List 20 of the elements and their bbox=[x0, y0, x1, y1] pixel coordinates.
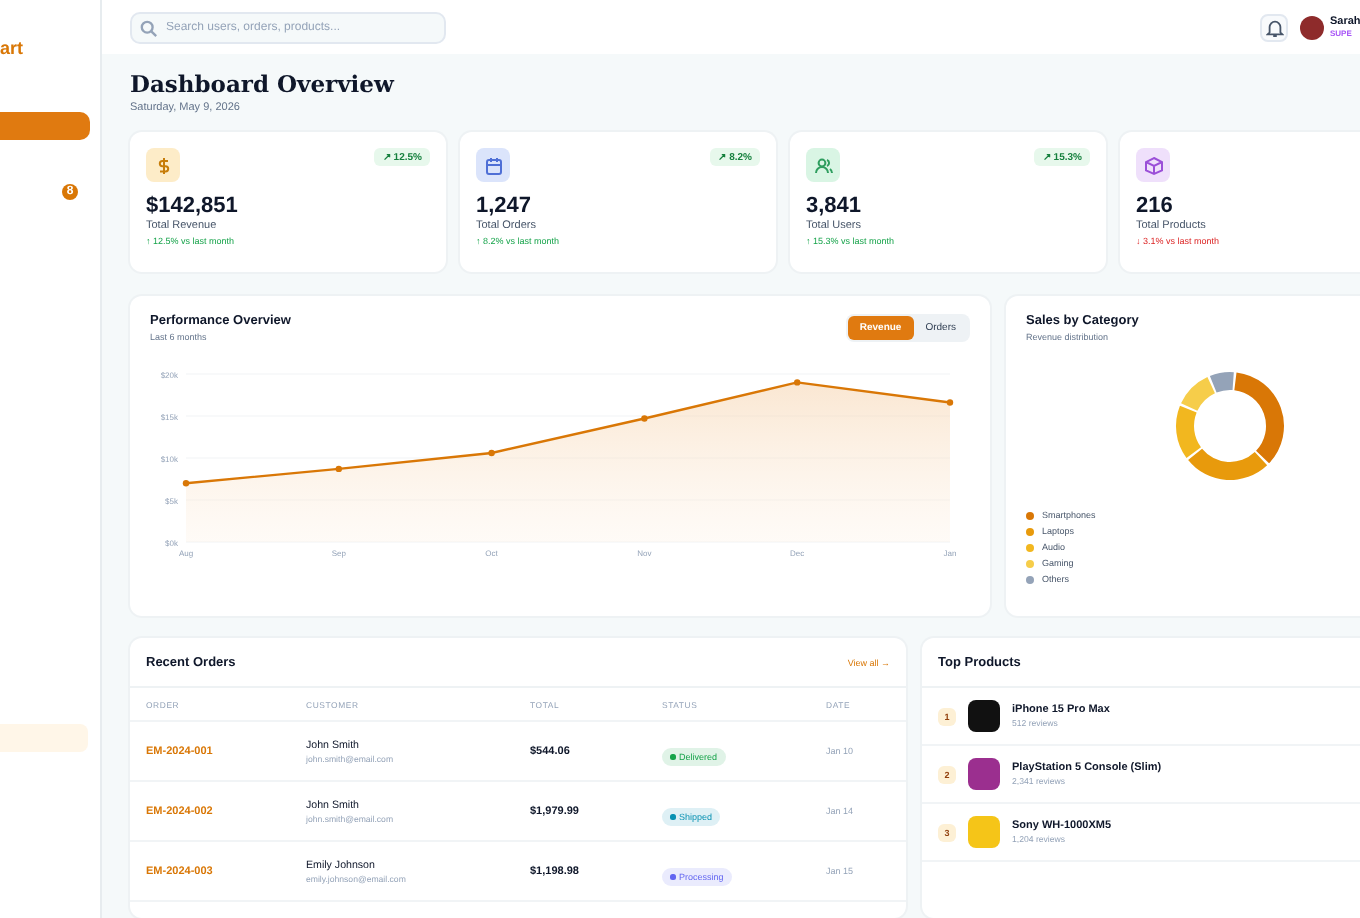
search-icon bbox=[140, 19, 158, 37]
logo-text: art bbox=[0, 38, 24, 58]
avatar-icon bbox=[1300, 15, 1324, 39]
dollar-icon bbox=[146, 148, 180, 182]
notification-button[interactable] bbox=[1260, 13, 1288, 41]
stat-value: 216 bbox=[1136, 194, 1175, 218]
page-title: Dashboard Overview bbox=[130, 70, 397, 98]
bell-icon bbox=[1265, 17, 1283, 37]
point bbox=[335, 465, 342, 473]
point bbox=[794, 379, 801, 386]
point bbox=[488, 449, 495, 457]
stat-value: $142,851 bbox=[146, 194, 240, 218]
stat-value: 1,247 bbox=[476, 194, 534, 218]
point bbox=[946, 399, 954, 406]
stat-value: 3,841 bbox=[806, 194, 864, 218]
calendar-icon bbox=[476, 148, 510, 182]
cube-icon bbox=[1136, 148, 1170, 182]
point bbox=[641, 415, 648, 422]
point bbox=[182, 480, 190, 487]
users-icon bbox=[806, 148, 840, 182]
